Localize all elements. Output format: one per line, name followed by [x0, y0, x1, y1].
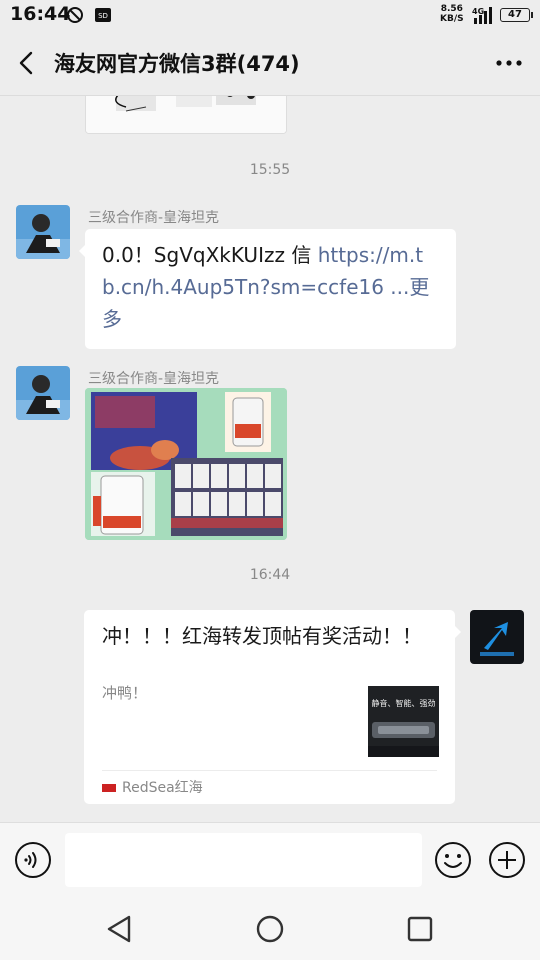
battery-indicator: 47 [500, 8, 533, 22]
card-thumbnail: 静音、智能、强劲 [368, 686, 439, 757]
sump-diagram-image [86, 96, 286, 133]
do-not-disturb-icon [67, 7, 83, 23]
nav-recents-icon[interactable] [403, 912, 437, 946]
net-speed-value: 8.56 [440, 4, 463, 14]
status-bar: 16:44 SD 8.56 KB/S 4G 47 [0, 0, 540, 30]
svg-text:4G: 4G [472, 7, 484, 16]
message-plain-text: 0.0！SgVqXkKUIzz 信 [102, 243, 318, 267]
card-description: 冲鸭！ [102, 684, 148, 702]
card-title: 冲！！！红海转发顶帖有奖活动！！ [102, 624, 422, 648]
plus-icon[interactable] [488, 841, 526, 879]
sender-name: 三级合作商-皇海坦克 [88, 210, 220, 226]
back-arrow-icon[interactable] [10, 46, 44, 80]
previous-image-message[interactable] [85, 96, 287, 134]
message-input[interactable] [65, 833, 422, 887]
chat-message-list[interactable]: 15:55 三级合作商-皇海坦克 0.0！SgVqXkKUIzz 信 https… [0, 96, 540, 822]
my-avatar[interactable] [470, 610, 524, 664]
chat-title: 海友网官方微信3群(474) [54, 52, 300, 76]
system-navigation-bar [0, 898, 540, 960]
emoji-icon[interactable] [434, 841, 472, 879]
product-collage-image [85, 388, 287, 540]
text-message-bubble[interactable]: 0.0！SgVqXkKUIzz 信 https://m.tb.cn/h.4Aup… [79, 229, 456, 349]
voice-input-icon[interactable] [14, 841, 52, 879]
message-text: 0.0！SgVqXkKUIzz 信 https://m.tb.cn/h.4Aup… [102, 239, 440, 335]
status-time: 16:44 [10, 3, 71, 25]
redsea-logo-icon [102, 784, 116, 792]
avatar[interactable] [16, 366, 70, 420]
card-source: RedSea红海 [102, 777, 203, 797]
timestamp-separator: 16:44 [249, 567, 291, 583]
chat-input-bar [0, 822, 540, 898]
image-message[interactable] [85, 388, 287, 540]
net-speed: 8.56 KB/S [440, 4, 464, 24]
avatar-image [470, 610, 524, 664]
timestamp-separator: 15:55 [249, 162, 291, 178]
avatar[interactable] [16, 205, 70, 259]
nav-back-icon[interactable] [103, 912, 137, 946]
avatar-image [16, 205, 70, 259]
link-card-message[interactable]: 冲！！！红海转发顶帖有奖活动！！ 冲鸭！ 静音、智能、强劲 RedSea红海 [84, 610, 461, 804]
card-divider [102, 770, 437, 771]
signal-icon: 4G [472, 7, 492, 24]
card-thumbnail-text: 静音、智能、强劲 [372, 698, 436, 708]
sd-card-icon: SD [95, 8, 111, 22]
net-speed-unit: KB/S [440, 14, 464, 24]
nav-home-icon[interactable] [253, 912, 287, 946]
sender-name: 三级合作商-皇海坦克 [88, 371, 220, 387]
chat-header: 海友网官方微信3群(474) [0, 30, 540, 96]
more-options-icon[interactable] [492, 48, 526, 78]
svg-text:SD: SD [98, 12, 108, 20]
card-thumbnail-image: 静音、智能、强劲 [368, 686, 439, 757]
avatar-image [16, 366, 70, 420]
card-source-name: RedSea红海 [122, 780, 203, 796]
